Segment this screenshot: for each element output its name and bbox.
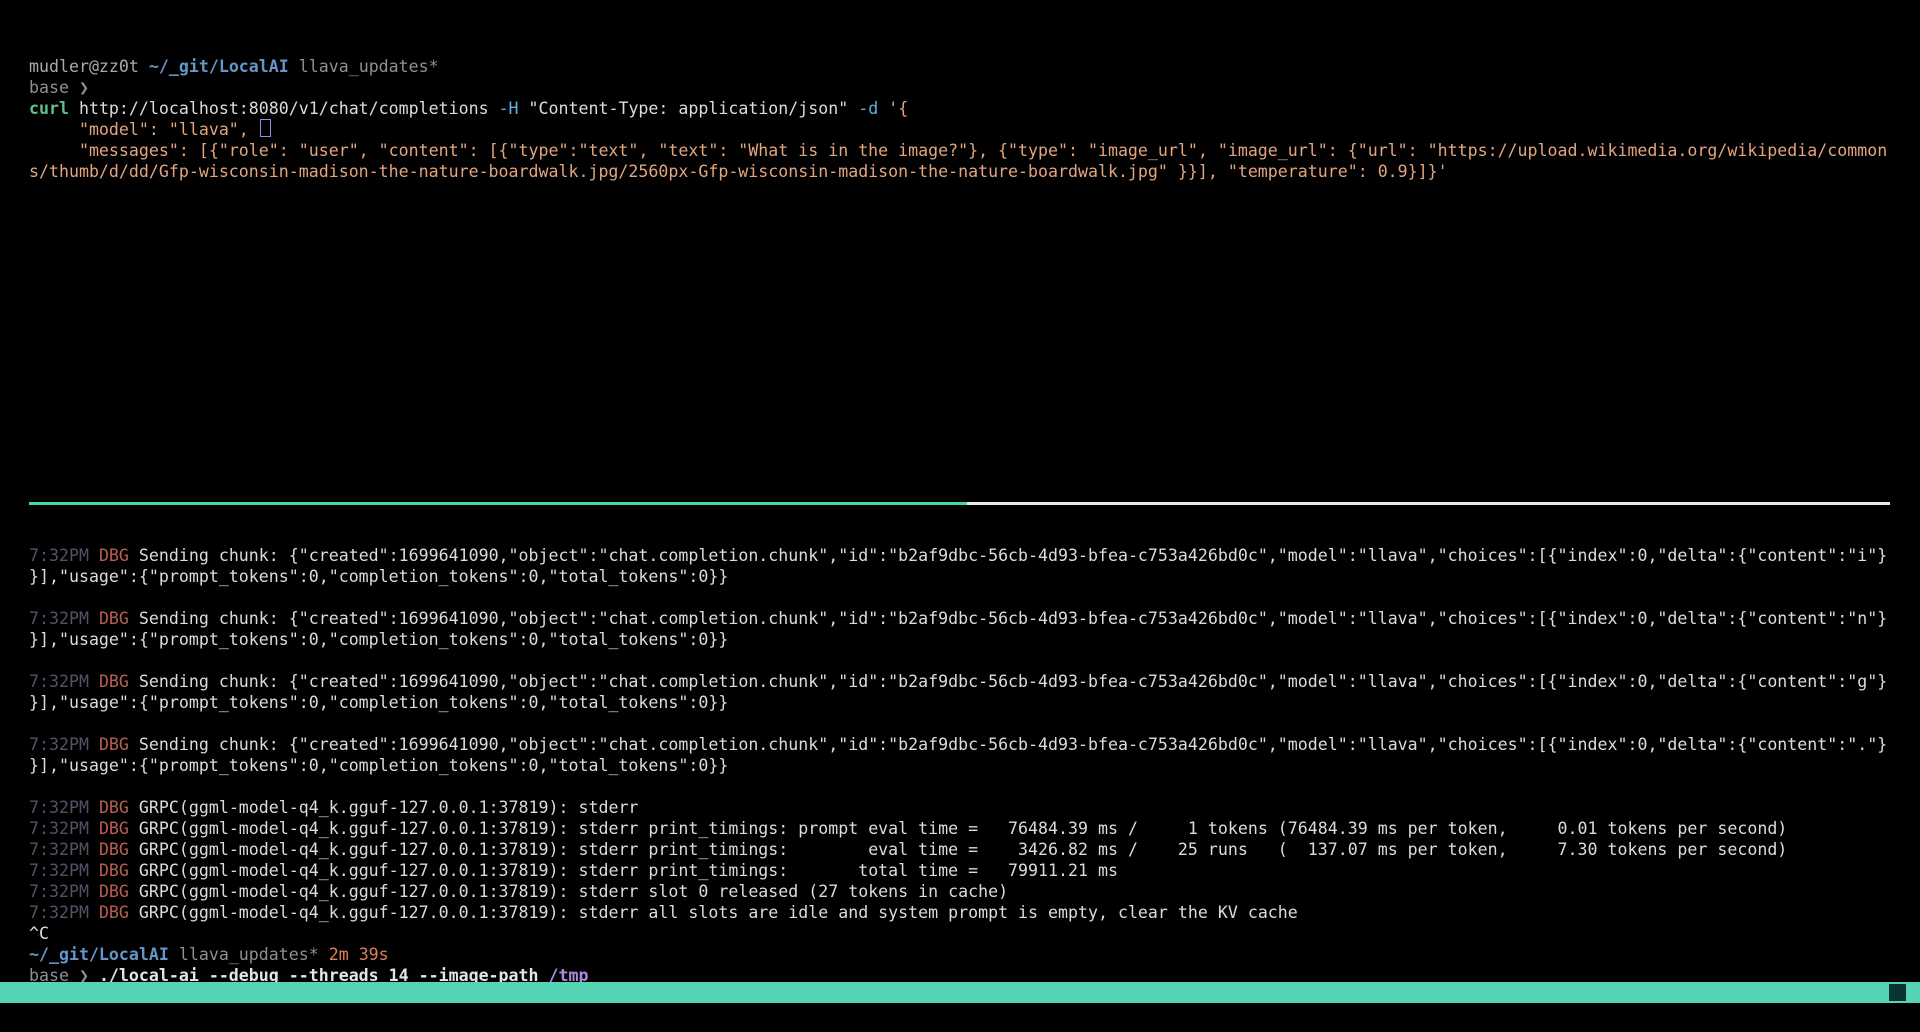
terminal-line: 7:32PM DBG GRPC(ggml-model-q4_k.gguf-127… bbox=[29, 797, 1920, 818]
text-segment: "Content-Type: application/json" bbox=[519, 99, 859, 118]
text-segment: s/thumb/d/dd/Gfp-wisconsin-madison-the-n… bbox=[29, 162, 1448, 181]
text-segment: 7:32PM bbox=[29, 903, 99, 922]
text-segment: 7:32PM bbox=[29, 546, 99, 565]
terminal-line: mudler@zz0t ~/_git/LocalAI llava_updates… bbox=[29, 56, 1920, 77]
text-segment: 2m 39s bbox=[319, 945, 389, 964]
terminal-line: 7:32PM DBG Sending chunk: {"created":169… bbox=[29, 545, 1920, 566]
terminal-line: 7:32PM DBG Sending chunk: {"created":169… bbox=[29, 671, 1920, 692]
text-segment: }],"usage":{"prompt_tokens":0,"completio… bbox=[29, 567, 728, 586]
terminal-line: 7:32PM DBG Sending chunk: {"created":169… bbox=[29, 734, 1920, 755]
text-segment: 7:32PM bbox=[29, 840, 99, 859]
terminal-line: 7:32PM DBG GRPC(ggml-model-q4_k.gguf-127… bbox=[29, 839, 1920, 860]
text-segment: curl bbox=[29, 99, 69, 118]
terminal-line: }],"usage":{"prompt_tokens":0,"completio… bbox=[29, 755, 1920, 776]
pane-divider-segment bbox=[967, 502, 1890, 505]
text-segment: 7:32PM bbox=[29, 882, 99, 901]
text-segment: ~/_git/LocalAI bbox=[149, 57, 289, 76]
text-segment: Sending chunk: {"created":1699641090,"ob… bbox=[139, 546, 1887, 565]
text-segment: llava_updates* bbox=[289, 57, 439, 76]
text-segment: 7:32PM bbox=[29, 672, 99, 691]
text-segment: 7:32PM bbox=[29, 609, 99, 628]
text-segment: -d bbox=[858, 99, 878, 118]
text-segment: -H bbox=[499, 99, 519, 118]
terminal-line: }],"usage":{"prompt_tokens":0,"completio… bbox=[29, 566, 1920, 587]
text-segment: DBG bbox=[99, 546, 139, 565]
text-segment: DBG bbox=[99, 672, 139, 691]
text-segment: DBG bbox=[99, 798, 139, 817]
text-segment: Sending chunk: {"created":1699641090,"ob… bbox=[139, 672, 1887, 691]
text-segment: DBG bbox=[99, 903, 139, 922]
terminal-line bbox=[29, 650, 1920, 671]
terminal-line: 7:32PM DBG GRPC(ggml-model-q4_k.gguf-127… bbox=[29, 818, 1920, 839]
special-char-box bbox=[260, 119, 271, 137]
text-segment: GRPC(ggml-model-q4_k.gguf-127.0.0.1:3781… bbox=[139, 882, 1008, 901]
text-segment: 7:32PM bbox=[29, 819, 99, 838]
text-segment: GRPC(ggml-model-q4_k.gguf-127.0.0.1:3781… bbox=[139, 861, 1118, 880]
tmux-status-bar[interactable]: [0] <0:zsh 21:zsh 22:zsh 23:zsh 24:zsh 2… bbox=[0, 982, 1920, 1003]
terminal-line: curl http://localhost:8080/v1/chat/compl… bbox=[29, 98, 1920, 119]
text-segment: http://localhost:8080/v1/chat/completion… bbox=[69, 99, 499, 118]
text-segment: base ❯ bbox=[29, 78, 89, 97]
terminal-line: ^C bbox=[29, 923, 1920, 944]
text-segment: GRPC(ggml-model-q4_k.gguf-127.0.0.1:3781… bbox=[139, 819, 1787, 838]
text-segment: 7:32PM bbox=[29, 861, 99, 880]
text-segment: DBG bbox=[99, 861, 139, 880]
terminal-line: base ❯ bbox=[29, 77, 1920, 98]
text-segment: ^C bbox=[29, 924, 49, 943]
text-segment: GRPC(ggml-model-q4_k.gguf-127.0.0.1:3781… bbox=[139, 903, 1298, 922]
text-segment: DBG bbox=[99, 819, 139, 838]
text-segment: Sending chunk: {"created":1699641090,"ob… bbox=[139, 609, 1887, 628]
pane-divider-active-segment bbox=[29, 502, 967, 505]
text-segment: DBG bbox=[99, 735, 139, 754]
terminal-line: }],"usage":{"prompt_tokens":0,"completio… bbox=[29, 629, 1920, 650]
terminal-line: "messages": [{"role": "user", "content":… bbox=[29, 140, 1920, 161]
pane-divider[interactable] bbox=[29, 502, 1890, 505]
text-segment: DBG bbox=[99, 840, 139, 859]
text-segment: 7:32PM bbox=[29, 735, 99, 754]
terminal-line: 7:32PM DBG GRPC(ggml-model-q4_k.gguf-127… bbox=[29, 860, 1920, 881]
text-segment: DBG bbox=[99, 609, 139, 628]
text-segment: }],"usage":{"prompt_tokens":0,"completio… bbox=[29, 693, 728, 712]
text-segment: '{ bbox=[888, 99, 908, 118]
text-segment: DBG bbox=[99, 882, 139, 901]
text-segment: "model": "llava", bbox=[29, 120, 259, 139]
terminal-line bbox=[29, 776, 1920, 797]
terminal-pane-top[interactable]: mudler@zz0t ~/_git/LocalAI llava_updates… bbox=[29, 56, 1920, 182]
terminal-line: ~/_git/LocalAI llava_updates* 2m 39s bbox=[29, 944, 1920, 965]
text-segment: ~/_git/LocalAI bbox=[29, 945, 169, 964]
text-segment: mudler@zz0t bbox=[29, 57, 149, 76]
text-segment: llava_updates* bbox=[169, 945, 319, 964]
text-segment: }],"usage":{"prompt_tokens":0,"completio… bbox=[29, 756, 728, 775]
terminal-line: 7:32PM DBG GRPC(ggml-model-q4_k.gguf-127… bbox=[29, 902, 1920, 923]
text-segment: 7:32PM bbox=[29, 798, 99, 817]
text-segment: Sending chunk: {"created":1699641090,"ob… bbox=[139, 735, 1887, 754]
text-segment: }],"usage":{"prompt_tokens":0,"completio… bbox=[29, 630, 728, 649]
terminal-line: 7:32PM DBG GRPC(ggml-model-q4_k.gguf-127… bbox=[29, 881, 1920, 902]
terminal-line bbox=[29, 524, 1920, 545]
text-segment bbox=[878, 99, 888, 118]
terminal-line bbox=[29, 587, 1920, 608]
terminal-line bbox=[29, 713, 1920, 734]
terminal-line: "model": "llava", bbox=[29, 119, 1920, 140]
terminal-line: }],"usage":{"prompt_tokens":0,"completio… bbox=[29, 692, 1920, 713]
terminal-line: s/thumb/d/dd/Gfp-wisconsin-madison-the-n… bbox=[29, 161, 1920, 182]
terminal-pane-bottom[interactable]: 7:32PM DBG Sending chunk: {"created":169… bbox=[29, 524, 1920, 986]
terminal-line: 7:32PM DBG Sending chunk: {"created":169… bbox=[29, 608, 1920, 629]
text-segment: GRPC(ggml-model-q4_k.gguf-127.0.0.1:3781… bbox=[139, 840, 1787, 859]
statusbar-end-block bbox=[1889, 984, 1906, 1001]
text-segment: "messages": [{"role": "user", "content":… bbox=[29, 141, 1887, 160]
text-segment: GRPC(ggml-model-q4_k.gguf-127.0.0.1:3781… bbox=[139, 798, 649, 817]
terminal-screen: mudler@zz0t ~/_git/LocalAI llava_updates… bbox=[0, 0, 1920, 1032]
